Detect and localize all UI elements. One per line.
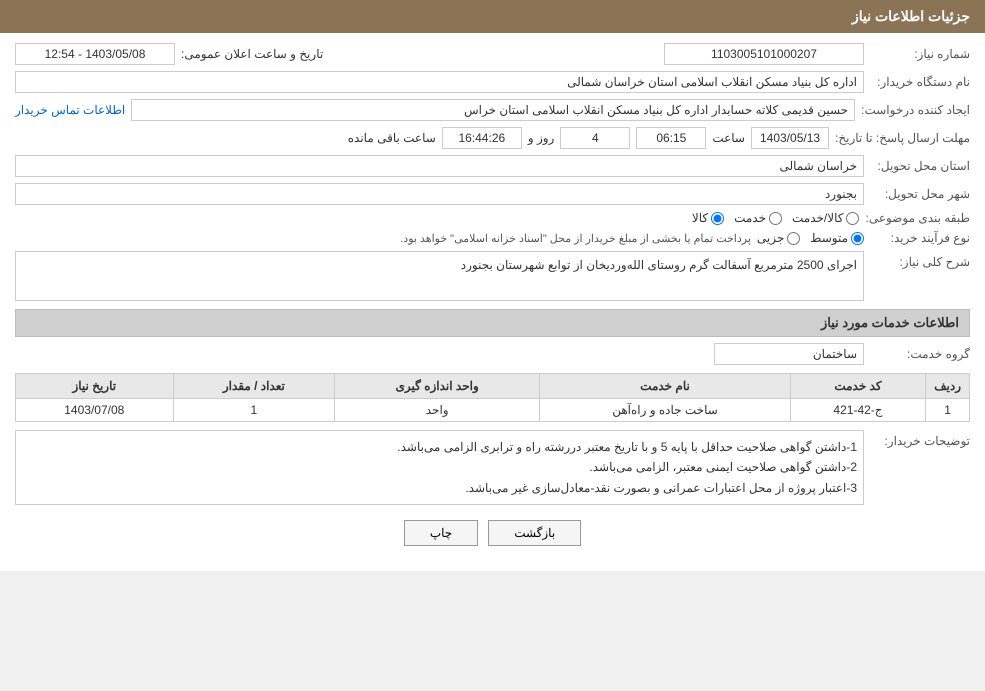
print-button[interactable]: چاپ [404, 520, 478, 546]
table-row: 1 ج-42-421 ساخت جاده و راه‌آهن واحد 1 14… [16, 399, 970, 422]
deadline-time-label: ساعت [712, 131, 745, 145]
process-option-jozi: جزیی [757, 231, 800, 245]
cell-service-name: ساخت جاده و راه‌آهن [540, 399, 791, 422]
deadline-remaining-label: ساعت باقی مانده [348, 131, 436, 145]
services-section-header: اطلاعات خدمات مورد نیاز [15, 309, 970, 337]
service-group-label: گروه خدمت: [870, 347, 970, 361]
services-table: ردیف کد خدمت نام خدمت واحد اندازه گیری ت… [15, 373, 970, 422]
col-header-date: تاریخ نیاز [16, 374, 174, 399]
announcement-value: 1403/05/08 - 12:54 [15, 43, 175, 65]
creator-value: حسین قدیمی کلاته حسابدار اداره کل بنیاد … [131, 99, 855, 121]
page-wrapper: شماره نیاز: جزئیات اطلاعات نیاز شماره نی… [0, 0, 985, 571]
category-row: طبقه بندی موضوعی: کالا/خدمت خدمت کالا [15, 211, 970, 225]
buyer-notes-value: 1-داشتن گواهی صلاحیت حداقل با پایه 5 و ب… [15, 430, 864, 505]
need-number-label: شماره نیاز: [870, 47, 970, 61]
province-value: خراسان شمالی [15, 155, 864, 177]
table-header-row: ردیف کد خدمت نام خدمت واحد اندازه گیری ت… [16, 374, 970, 399]
deadline-date: 1403/05/13 [751, 127, 829, 149]
province-row: استان محل تحویل: خراسان شمالی [15, 155, 970, 177]
cell-quantity: 1 [173, 399, 335, 422]
process-label-jozi: جزیی [757, 231, 784, 245]
process-radio-motavasset[interactable] [851, 232, 864, 245]
city-value: بجنورد [15, 183, 864, 205]
buyer-note-line-1: 1-داشتن گواهی صلاحیت حداقل با پایه 5 و ب… [22, 437, 857, 457]
page-header: شماره نیاز: جزئیات اطلاعات نیاز [0, 0, 985, 33]
button-row: بازگشت چاپ [15, 520, 970, 546]
cell-unit: واحد [335, 399, 540, 422]
buyer-org-label: نام دستگاه خریدار: [870, 75, 970, 89]
category-radio-group: کالا/خدمت خدمت کالا [692, 211, 860, 225]
buyer-note-line-2: 2-داشتن گواهی صلاحیت ایمنی معتبر، الزامی… [22, 457, 857, 477]
category-radio-khedmat[interactable] [769, 212, 782, 225]
buyer-notes-row: توضیحات خریدار: 1-داشتن گواهی صلاحیت حدا… [15, 430, 970, 505]
deadline-time: 06:15 [636, 127, 706, 149]
need-desc-value: اجرای 2500 مترمربع آسفالت گرم روستای الل… [15, 251, 864, 301]
service-group-value: ساختمان [714, 343, 864, 365]
category-option-kala: کالا [692, 211, 724, 225]
need-number-row: شماره نیاز: 1103005101000207 تاریخ و ساع… [15, 43, 970, 65]
col-header-code: کد خدمت [790, 374, 925, 399]
category-label-khedmat: خدمت [734, 211, 766, 225]
city-label: شهر محل تحویل: [870, 187, 970, 201]
deadline-days-label: روز و [528, 131, 555, 145]
table-body: 1 ج-42-421 ساخت جاده و راه‌آهن واحد 1 14… [16, 399, 970, 422]
creator-row: ایجاد کننده درخواست: حسین قدیمی کلاته حس… [15, 99, 970, 121]
need-desc-row: شرح کلی نیاز: اجرای 2500 مترمربع آسفالت … [15, 251, 970, 301]
col-header-row: ردیف [926, 374, 970, 399]
deadline-row: مهلت ارسال پاسخ: تا تاریخ: 1403/05/13 سا… [15, 127, 970, 149]
process-label: نوع فرآیند خرید: [870, 231, 970, 245]
deadline-remaining: 16:44:26 [442, 127, 522, 149]
process-row: نوع فرآیند خرید: متوسط جزیی پرداخت تمام … [15, 231, 970, 245]
process-radio-group: متوسط جزیی [757, 231, 864, 245]
table-head: ردیف کد خدمت نام خدمت واحد اندازه گیری ت… [16, 374, 970, 399]
buyer-org-row: نام دستگاه خریدار: اداره کل بنیاد مسکن ا… [15, 71, 970, 93]
category-option-khedmat: خدمت [734, 211, 782, 225]
need-number-value: 1103005101000207 [664, 43, 864, 65]
buyer-org-value: اداره کل بنیاد مسکن انقلاب اسلامی استان … [15, 71, 864, 93]
buyer-notes-label: توضیحات خریدار: [870, 430, 970, 448]
deadline-label: مهلت ارسال پاسخ: تا تاریخ: [835, 131, 970, 145]
category-label-kala: کالا [692, 211, 708, 225]
creator-label: ایجاد کننده درخواست: [861, 103, 970, 117]
category-label-kala-khedmat: کالا/خدمت [792, 211, 843, 225]
services-table-container: ردیف کد خدمت نام خدمت واحد اندازه گیری ت… [15, 373, 970, 422]
buyer-note-line-3: 3-اعتبار پروژه از محل اعتبارات عمرانی و … [22, 478, 857, 498]
province-label: استان محل تحویل: [870, 159, 970, 173]
col-header-name: نام خدمت [540, 374, 791, 399]
service-group-row: گروه خدمت: ساختمان [15, 343, 970, 365]
contact-link[interactable]: اطلاعات تماس خریدار [15, 103, 125, 117]
deadline-days: 4 [560, 127, 630, 149]
category-radio-kala[interactable] [711, 212, 724, 225]
process-option-motavasset: متوسط [810, 231, 864, 245]
col-header-unit: واحد اندازه گیری [335, 374, 540, 399]
back-button[interactable]: بازگشت [488, 520, 581, 546]
process-radio-jozi[interactable] [787, 232, 800, 245]
cell-service-code: ج-42-421 [790, 399, 925, 422]
col-header-qty: تعداد / مقدار [173, 374, 335, 399]
process-note: پرداخت تمام یا بخشی از مبلغ خریدار از مح… [400, 232, 751, 245]
city-row: شهر محل تحویل: بجنورد [15, 183, 970, 205]
process-label-motavasset: متوسط [810, 231, 848, 245]
cell-row-num: 1 [926, 399, 970, 422]
category-option-kala-khedmat: کالا/خدمت [792, 211, 859, 225]
need-desc-label: شرح کلی نیاز: [870, 251, 970, 269]
page-header-text: جزئیات اطلاعات نیاز [852, 8, 970, 24]
category-radio-kala-khedmat[interactable] [846, 212, 859, 225]
content-area: شماره نیاز: 1103005101000207 تاریخ و ساع… [0, 33, 985, 571]
cell-date: 1403/07/08 [16, 399, 174, 422]
category-label: طبقه بندی موضوعی: [865, 211, 970, 225]
announcement-label: تاریخ و ساعت اعلان عمومی: [181, 47, 323, 61]
